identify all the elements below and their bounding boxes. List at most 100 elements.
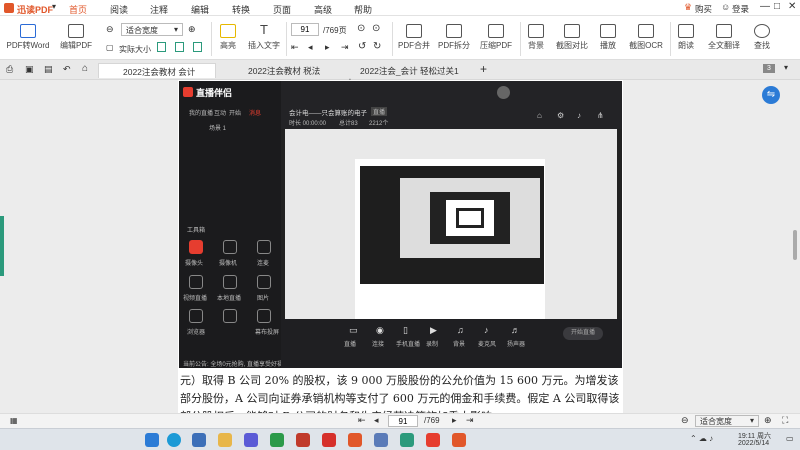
live-tool-6[interactable] [257, 275, 271, 289]
app-icon[interactable] [348, 433, 362, 447]
app-icon[interactable] [400, 433, 414, 447]
start-icon[interactable] [145, 433, 159, 447]
live-tab-4[interactable]: 消息 [249, 108, 261, 117]
play-button[interactable]: 播放 [596, 24, 620, 51]
last-page-icon[interactable]: ⇥ [466, 415, 474, 426]
next-icon[interactable]: ▸ [325, 42, 330, 53]
floating-tool-button[interactable]: ⇋ [762, 86, 780, 104]
pdf-merge-button[interactable]: PDF合并 [396, 24, 432, 51]
menu-advanced[interactable]: 高级 [314, 3, 332, 16]
screenshot-ocr-button[interactable]: 截图OCR [624, 24, 668, 51]
prev-page-icon[interactable]: ◂ [374, 415, 379, 426]
sidebar-toggle-icon[interactable]: ▦ [10, 416, 18, 425]
app-icon[interactable] [296, 433, 310, 447]
print-icon[interactable]: ⎙ [6, 64, 13, 75]
translate-all-button[interactable]: 全文翻译 [704, 24, 744, 51]
zoom-in-icon[interactable]: ⊕ [188, 24, 196, 35]
new-tab-button[interactable]: + [480, 62, 487, 76]
zoom-in-icon[interactable]: ⊕ [764, 415, 772, 426]
gear-icon[interactable]: ⚙ [557, 111, 564, 120]
pdf-split-button[interactable]: PDF拆分 [436, 24, 472, 51]
menu-help[interactable]: 帮助 [354, 3, 372, 16]
live-tool-7[interactable] [189, 309, 203, 323]
window-close-button[interactable]: ✕ [788, 1, 796, 12]
folder-icon[interactable] [218, 433, 232, 447]
save-icon[interactable]: ▣ [25, 64, 34, 75]
speaker-icon[interactable]: ♬ [511, 325, 520, 335]
wps-icon[interactable] [322, 433, 336, 447]
status-page-input[interactable] [388, 415, 418, 427]
window-maximize-button[interactable]: □ [774, 1, 780, 12]
insert-text-button[interactable]: T 插入文字 [246, 23, 282, 51]
live-tab-3[interactable]: 开始 [229, 108, 241, 117]
background-button[interactable]: 背景 [524, 24, 548, 51]
tab-doc-1[interactable]: 2022注会教材 会计 [98, 63, 216, 78]
menu-convert[interactable]: 转换 [232, 3, 250, 16]
prev-icon[interactable]: ◂ [308, 42, 313, 53]
avatar[interactable] [497, 86, 510, 99]
single-page-icon[interactable] [157, 42, 166, 52]
menu-annotate[interactable]: 注释 [150, 3, 168, 16]
tab-doc-2[interactable]: 2022注会教材 税法 [218, 63, 336, 78]
compress-pdf-button[interactable]: 压缩PDF [476, 24, 516, 51]
tab-count-badge[interactable]: 3 [763, 64, 775, 73]
app-icon[interactable] [374, 433, 388, 447]
bell-icon[interactable]: ♪ [577, 111, 581, 120]
screenshot-compare-button[interactable]: 截图对比 [552, 24, 592, 51]
actual-size-icon[interactable]: ▢ [106, 43, 114, 52]
live-tab-1[interactable]: 我的直播 [189, 108, 213, 117]
first-page-icon[interactable]: ⇤ [291, 42, 299, 53]
live-tool-9[interactable] [257, 309, 271, 323]
prev-page-icon[interactable]: ⊙ [357, 23, 365, 34]
live-bottom-tool-2[interactable]: ◉ [376, 325, 384, 336]
login-link[interactable]: 登录 [732, 3, 749, 15]
start-live-button[interactable]: 开始直播 [563, 327, 603, 340]
home-icon[interactable]: ⌂ [537, 111, 542, 120]
side-panel-handle[interactable] [0, 216, 4, 276]
fullscreen-icon[interactable]: ⛶ [782, 415, 788, 426]
live-tool-3[interactable] [257, 240, 271, 254]
menu-edit[interactable]: 编辑 [191, 3, 209, 16]
mail-icon[interactable] [192, 433, 206, 447]
zoom-out-icon[interactable]: ⊖ [106, 24, 114, 35]
store-icon[interactable] [244, 433, 258, 447]
rotate-right-icon[interactable]: ↻ [373, 41, 381, 52]
tray-icons[interactable]: ⌃ ☁ ♪ [690, 434, 713, 443]
last-page-icon[interactable]: ⇥ [341, 42, 349, 53]
chevron-down-icon[interactable]: ▾ [784, 63, 788, 72]
home-icon[interactable]: ⌂ [82, 63, 88, 74]
live-tab-2[interactable]: 互动 [214, 108, 226, 117]
scene-label[interactable]: 场景 1 [209, 123, 226, 132]
zoom-out-icon[interactable]: ⊖ [681, 415, 689, 426]
buy-link[interactable]: 购买 [695, 3, 712, 15]
read-aloud-button[interactable]: 朗读 [673, 24, 699, 51]
microphone-icon[interactable]: ♪ [484, 325, 489, 335]
undo-icon[interactable]: ↶ [63, 64, 71, 75]
highlight-button[interactable]: 高亮 [214, 24, 242, 51]
live-tool-8[interactable] [223, 309, 237, 323]
find-button[interactable]: 查找 [750, 24, 774, 51]
tab-doc-3[interactable]: 2022注会_会计 轻松过关1上 [338, 63, 473, 88]
window-minimize-button[interactable]: — [760, 1, 770, 12]
edit-pdf-button[interactable]: 编辑PDF [56, 24, 96, 51]
live-tool-2[interactable] [223, 240, 237, 254]
live-app-taskbar-icon[interactable] [426, 433, 440, 447]
continuous-page-icon[interactable] [193, 42, 202, 52]
page-number-input[interactable] [291, 23, 319, 36]
status-zoom-select[interactable]: 适合宽度 ▾ [695, 415, 759, 427]
double-page-icon[interactable] [175, 42, 184, 52]
menu-page[interactable]: 页面 [273, 3, 291, 16]
next-page-icon[interactable]: ▸ [452, 415, 457, 426]
live-tool-4[interactable] [189, 275, 203, 289]
menu-read[interactable]: 阅读 [110, 3, 128, 16]
share-icon[interactable]: ⋔ [597, 111, 604, 120]
live-bottom-tool-1[interactable]: ▭ [349, 325, 358, 336]
pdf-to-word-button[interactable]: PDF转Word [6, 24, 50, 51]
live-bottom-tool-5[interactable]: ♫ [457, 325, 464, 335]
live-bottom-tool-3[interactable]: ▯ [403, 325, 408, 336]
live-tool-5[interactable] [223, 275, 237, 289]
open-icon[interactable]: ▤ [44, 64, 53, 75]
zoom-select[interactable]: 适合宽度 ▾ [121, 23, 183, 36]
next-page-icon[interactable]: ⊙ [372, 23, 380, 34]
scrollbar-thumb[interactable] [793, 230, 797, 260]
